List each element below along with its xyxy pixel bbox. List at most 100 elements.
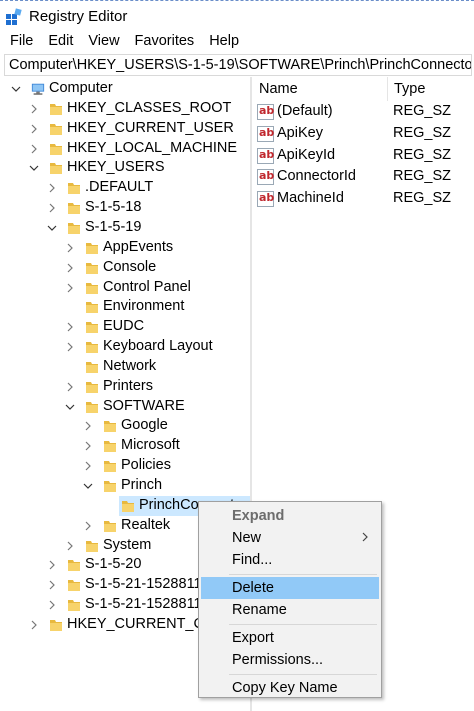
tree-node[interactable]: HKEY_USERS [0, 158, 250, 178]
collapse-chevron-icon[interactable] [83, 480, 93, 492]
tree-node[interactable]: S-1-5-19 [0, 218, 250, 238]
menu-help[interactable]: Help [200, 31, 245, 53]
folder-icon [50, 619, 62, 631]
collapse-chevron-icon[interactable] [29, 162, 39, 174]
expand-chevron-icon[interactable] [65, 381, 75, 393]
value-row[interactable]: ab (Default) REG_SZ [252, 101, 474, 123]
menu-item-expand[interactable]: Expand [201, 505, 379, 527]
folder-icon [50, 143, 62, 155]
value-name: (Default) [277, 103, 333, 119]
value-type: REG_SZ [393, 124, 452, 141]
menu-item-label: Delete [232, 580, 274, 596]
tree-node[interactable]: Printers [0, 377, 250, 397]
expand-chevron-icon[interactable] [65, 321, 75, 333]
expand-chevron-icon[interactable] [83, 460, 93, 472]
folder-icon [86, 361, 98, 373]
tree-node[interactable]: Environment [0, 297, 250, 317]
menu-item-delete[interactable]: Delete [201, 577, 379, 599]
tree-node-label: Realtek [121, 516, 171, 533]
collapse-chevron-icon[interactable] [11, 83, 21, 95]
tree-node[interactable]: HKEY_CLASSES_ROOT [0, 99, 250, 119]
column-header-type[interactable]: Type [394, 81, 425, 97]
expand-chevron-icon[interactable] [29, 619, 39, 631]
string-value-icon: ab [257, 104, 274, 120]
tree-node[interactable]: HKEY_LOCAL_MACHINE [0, 139, 250, 159]
menu-favorites[interactable]: Favorites [126, 31, 201, 53]
tree-node[interactable]: AppEvents [0, 238, 250, 258]
value-type: REG_SZ [393, 146, 452, 163]
tree-node-label: .DEFAULT [85, 179, 154, 196]
menu-item-copy-key-name[interactable]: Copy Key Name [201, 677, 379, 699]
menu-file[interactable]: File [0, 31, 39, 53]
folder-icon [50, 163, 62, 175]
menu-item-label: Rename [232, 602, 287, 618]
tree-node-label: S-1-5-19 [85, 218, 142, 235]
collapse-chevron-icon[interactable] [65, 401, 75, 413]
folder-icon [86, 381, 98, 393]
expand-chevron-icon[interactable] [47, 182, 57, 194]
expand-chevron-icon[interactable] [83, 440, 93, 452]
tree-node-label: S-1-5-21-15288115 [85, 576, 210, 593]
menu-edit[interactable]: Edit [39, 31, 79, 53]
tree-node[interactable]: EUDC [0, 317, 250, 337]
folder-icon [50, 123, 62, 135]
expand-chevron-icon[interactable] [29, 123, 39, 135]
tree-node[interactable]: Princh [0, 476, 250, 496]
folder-icon [50, 103, 62, 115]
expand-chevron-icon[interactable] [47, 579, 57, 591]
value-row[interactable]: ab ApiKey REG_SZ [252, 123, 474, 145]
menu-divider [229, 674, 377, 675]
tree-node[interactable]: Microsoft [0, 436, 250, 456]
expand-chevron-icon[interactable] [65, 282, 75, 294]
address-bar[interactable]: Computer\HKEY_USERS\S-1-5-19\SOFTWARE\Pr… [4, 54, 472, 76]
list-header: Name Type [252, 77, 474, 101]
tree-node-label: Princh [121, 477, 163, 493]
column-divider[interactable] [387, 77, 388, 101]
string-value-icon: ab [257, 169, 274, 186]
value-row[interactable]: ab ConnectorId REG_SZ [252, 166, 474, 188]
column-header-name[interactable]: Name [259, 81, 298, 97]
tree-node[interactable]: Keyboard Layout [0, 337, 250, 357]
tree-node[interactable]: Computer [0, 79, 250, 99]
expand-chevron-icon[interactable] [29, 143, 39, 155]
tree-node-label: Policies [121, 457, 171, 474]
computer-icon [31, 83, 45, 95]
menu-item-permissions[interactable]: Permissions... [201, 649, 379, 671]
tree-node-label: Control Panel [103, 278, 191, 295]
expand-chevron-icon[interactable] [47, 559, 57, 571]
folder-icon [104, 520, 116, 532]
tree-node[interactable]: Policies [0, 456, 250, 476]
menu-view[interactable]: View [79, 31, 125, 53]
value-row[interactable]: ab ApiKeyId REG_SZ [252, 145, 474, 167]
tree-node[interactable]: S-1-5-18 [0, 198, 250, 218]
tree-node-label: S-1-5-20 [85, 556, 142, 573]
expand-chevron-icon[interactable] [29, 103, 39, 115]
menu-item-new[interactable]: New [201, 527, 379, 549]
expand-chevron-icon[interactable] [47, 599, 57, 611]
expand-chevron-icon[interactable] [65, 540, 75, 552]
expand-chevron-icon[interactable] [83, 520, 93, 532]
tree-node[interactable]: Network [0, 357, 250, 377]
folder-icon [104, 481, 116, 492]
expand-chevron-icon[interactable] [65, 242, 75, 254]
value-type: REG_SZ [393, 190, 452, 207]
tree-node[interactable]: HKEY_CURRENT_USER [0, 119, 250, 139]
expand-chevron-icon[interactable] [47, 202, 57, 214]
expand-chevron-icon[interactable] [65, 341, 75, 353]
menu-item-find[interactable]: Find... [201, 549, 379, 571]
tree-node-label: Network [103, 357, 157, 374]
menu-item-rename[interactable]: Rename [201, 599, 379, 621]
collapse-chevron-icon[interactable] [47, 222, 57, 234]
tree-node[interactable]: Google [0, 416, 250, 436]
value-row[interactable]: ab MachineId REG_SZ [252, 188, 474, 210]
menu-item-export[interactable]: Export [201, 627, 379, 649]
tree-node[interactable]: Console [0, 258, 250, 278]
menu-item-label: Expand [232, 508, 285, 524]
expand-chevron-icon[interactable] [65, 262, 75, 274]
expand-chevron-icon[interactable] [83, 420, 93, 432]
folder-icon [86, 282, 98, 294]
value-name: ConnectorId [277, 168, 356, 185]
tree-node[interactable]: Control Panel [0, 278, 250, 298]
tree-node[interactable]: SOFTWARE [0, 397, 250, 417]
tree-node[interactable]: .DEFAULT [0, 178, 250, 198]
